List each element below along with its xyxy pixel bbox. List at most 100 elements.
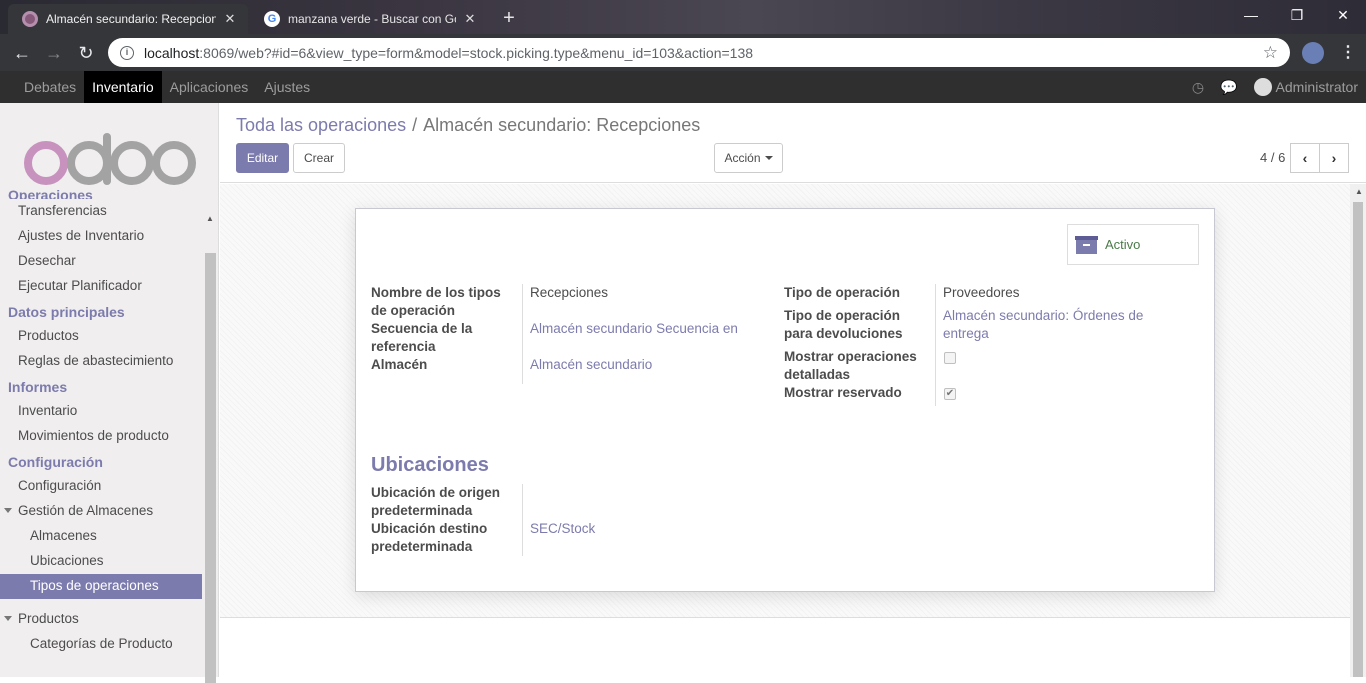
sidebar-item-inventario[interactable]: Inventario bbox=[0, 399, 202, 424]
sidebar-nav: Operaciones Transferencias Ajustes de In… bbox=[0, 187, 202, 657]
field-divider bbox=[522, 484, 523, 556]
url-text[interactable]: localhost:8069/web?#id=6&view_type=form&… bbox=[144, 45, 1263, 61]
sidebar-item-configuracion[interactable]: Configuración bbox=[0, 474, 202, 499]
section-title-ubicaciones: Ubicaciones bbox=[371, 454, 489, 476]
form-sheet: Activo Nombre de los tipos de operación … bbox=[355, 208, 1215, 592]
checkbox-operaciones-detalladas[interactable] bbox=[944, 352, 956, 364]
systray: ◷ 💬 Administrator bbox=[1192, 71, 1358, 103]
sidebar-item-tipos-operaciones[interactable]: Tipos de operaciones bbox=[0, 574, 202, 599]
odoo-logo bbox=[24, 133, 196, 185]
field-label-ubicacion-origen: Ubicación de origen predeterminada bbox=[371, 485, 501, 518]
odoo-favicon-icon bbox=[22, 11, 38, 27]
caret-down-icon bbox=[4, 616, 12, 621]
site-info-icon[interactable]: i bbox=[120, 45, 134, 60]
sidebar-section-configuracion: Configuración bbox=[8, 454, 103, 470]
archive-box-icon bbox=[1075, 235, 1098, 254]
field-label-ubicacion-destino: Ubicación destino predeterminada bbox=[371, 521, 488, 554]
sidebar-item-transferencias[interactable]: Transferencias bbox=[0, 199, 202, 224]
app-sidebar: Operaciones Transferencias Ajustes de In… bbox=[0, 103, 219, 677]
sidebar-section-informes: Informes bbox=[8, 379, 68, 395]
user-avatar[interactable] bbox=[1253, 78, 1272, 96]
tab-title: Almacén secundario: Recepciones bbox=[46, 12, 216, 26]
sidebar-item-planificador[interactable]: Ejecutar Planificador bbox=[0, 274, 202, 299]
pager-value[interactable]: 4 / 6 bbox=[1260, 150, 1285, 165]
close-tab-icon[interactable]: ✕ bbox=[222, 11, 238, 27]
field-value-tipo-operacion[interactable]: Proveedores bbox=[943, 284, 1020, 302]
browser-tab-active[interactable]: Almacén secundario: Recepciones ✕ bbox=[8, 4, 248, 34]
action-dropdown[interactable]: Acción bbox=[714, 143, 783, 173]
minimize-icon[interactable]: — bbox=[1234, 4, 1268, 26]
odoo-main-menu: Debates Inventario Aplicaciones Ajustes … bbox=[0, 71, 1366, 103]
browser-tab-inactive[interactable]: G manzana verde - Buscar con Google ✕ bbox=[250, 4, 488, 34]
main-content: Toda las operaciones / Almacén secundario:… bbox=[220, 103, 1366, 677]
main-scrollbar[interactable]: ▲ bbox=[1350, 184, 1366, 677]
browser-tabstrip: Almacén secundario: Recepciones ✕ G manz… bbox=[0, 0, 1366, 34]
active-label: Activo bbox=[1105, 237, 1141, 252]
field-label-devoluciones: Tipo de operación para devoluciones bbox=[784, 308, 903, 341]
sidebar-section-cut: Operaciones bbox=[8, 187, 93, 199]
bookmark-star-icon[interactable]: ☆ bbox=[1263, 43, 1278, 63]
control-panel: Toda las operaciones / Almacén secundario:… bbox=[220, 103, 1366, 183]
field-label-nombre: Nombre de los tipos de operación bbox=[371, 285, 501, 318]
close-tab-icon[interactable]: ✕ bbox=[462, 11, 478, 27]
edit-button[interactable]: Editar bbox=[236, 143, 289, 173]
address-bar[interactable]: i localhost:8069/web?#id=6&view_type=for… bbox=[108, 38, 1290, 67]
caret-down-icon bbox=[4, 508, 12, 513]
field-value-almacen[interactable]: Almacén secundario bbox=[530, 356, 652, 374]
field-value-devoluciones[interactable]: Almacén secundario: Órdenes de entrega bbox=[943, 307, 1153, 343]
field-label-secuencia: Secuencia de la referencia bbox=[371, 321, 473, 354]
sidebar-item-gestion-almacenes[interactable]: Gestión de Almacenes bbox=[0, 499, 202, 524]
pager-previous-button[interactable]: ‹ bbox=[1290, 143, 1320, 173]
create-button[interactable]: Crear bbox=[293, 143, 345, 173]
close-window-icon[interactable]: ✕ bbox=[1326, 4, 1360, 26]
checkbox-mostrar-reservado[interactable]: ✔ bbox=[944, 388, 956, 400]
main-scroll-thumb[interactable] bbox=[1353, 202, 1363, 677]
active-toggle-button[interactable]: Activo bbox=[1067, 224, 1199, 265]
field-value-secuencia[interactable]: Almacén secundario Secuencia en bbox=[530, 320, 738, 338]
back-icon[interactable]: ← bbox=[10, 41, 34, 65]
chat-bubbles-icon[interactable]: 💬 bbox=[1220, 79, 1237, 96]
forward-icon[interactable]: → bbox=[42, 41, 66, 65]
pager-next-button[interactable]: › bbox=[1319, 143, 1349, 173]
restore-icon[interactable]: ❐ bbox=[1280, 4, 1314, 26]
breadcrumb: Toda las operaciones / Almacén secundario:… bbox=[236, 115, 701, 135]
reload-icon[interactable]: ↻ bbox=[74, 41, 98, 65]
sidebar-item-categorias[interactable]: Categorías de Producto bbox=[0, 632, 202, 657]
google-favicon-icon: G bbox=[264, 11, 280, 27]
sidebar-scrollbar[interactable]: ▲ bbox=[203, 103, 217, 683]
sidebar-item-almacenes[interactable]: Almacenes bbox=[0, 524, 202, 549]
user-name[interactable]: Administrator bbox=[1276, 79, 1358, 95]
field-value-ubicacion-destino[interactable]: SEC/Stock bbox=[530, 520, 595, 538]
field-label-almacen: Almacén bbox=[371, 357, 428, 372]
field-value-nombre[interactable]: Recepciones bbox=[530, 284, 608, 302]
profile-avatar-icon[interactable] bbox=[1302, 42, 1324, 64]
field-label-operaciones-detalladas: Mostrar operaciones detalladas bbox=[784, 349, 917, 382]
tab-title: manzana verde - Buscar con Google bbox=[288, 12, 456, 26]
sidebar-item-ajustes-inventario[interactable]: Ajustes de Inventario bbox=[0, 224, 202, 249]
sidebar-item-reglas[interactable]: Reglas de abastecimiento bbox=[0, 349, 202, 374]
sidebar-item-productos-config[interactable]: Productos bbox=[0, 607, 202, 632]
menu-debates[interactable]: Debates bbox=[16, 71, 84, 103]
scroll-up-icon[interactable]: ▲ bbox=[1355, 187, 1363, 196]
sidebar-item-productos[interactable]: Productos bbox=[0, 324, 202, 349]
menu-inventario[interactable]: Inventario bbox=[84, 71, 162, 103]
scroll-up-icon[interactable]: ▲ bbox=[206, 214, 214, 223]
browser-toolbar: ← → ↻ i localhost:8069/web?#id=6&view_ty… bbox=[0, 34, 1366, 71]
breadcrumb-parent[interactable]: Toda las operaciones bbox=[236, 115, 406, 135]
sidebar-item-desechar[interactable]: Desechar bbox=[0, 249, 202, 274]
sidebar-item-ubicaciones[interactable]: Ubicaciones bbox=[0, 549, 202, 574]
browser-menu-icon[interactable]: ⋮ bbox=[1338, 41, 1358, 65]
menu-ajustes[interactable]: Ajustes bbox=[256, 71, 318, 103]
sidebar-scroll-thumb[interactable] bbox=[205, 253, 216, 683]
breadcrumb-current: Almacén secundario: Recepciones bbox=[423, 115, 701, 135]
sidebar-item-movimientos[interactable]: Movimientos de producto bbox=[0, 424, 202, 449]
field-divider bbox=[522, 284, 523, 384]
field-label-mostrar-reservado: Mostrar reservado bbox=[784, 385, 902, 400]
field-divider bbox=[935, 284, 936, 406]
activity-clock-icon[interactable]: ◷ bbox=[1192, 79, 1204, 96]
sidebar-section-datos: Datos principales bbox=[8, 304, 125, 320]
caret-down-icon bbox=[764, 156, 773, 160]
field-label-tipo-operacion: Tipo de operación bbox=[784, 285, 901, 300]
new-tab-button[interactable]: + bbox=[498, 7, 520, 29]
menu-aplicaciones[interactable]: Aplicaciones bbox=[162, 71, 257, 103]
